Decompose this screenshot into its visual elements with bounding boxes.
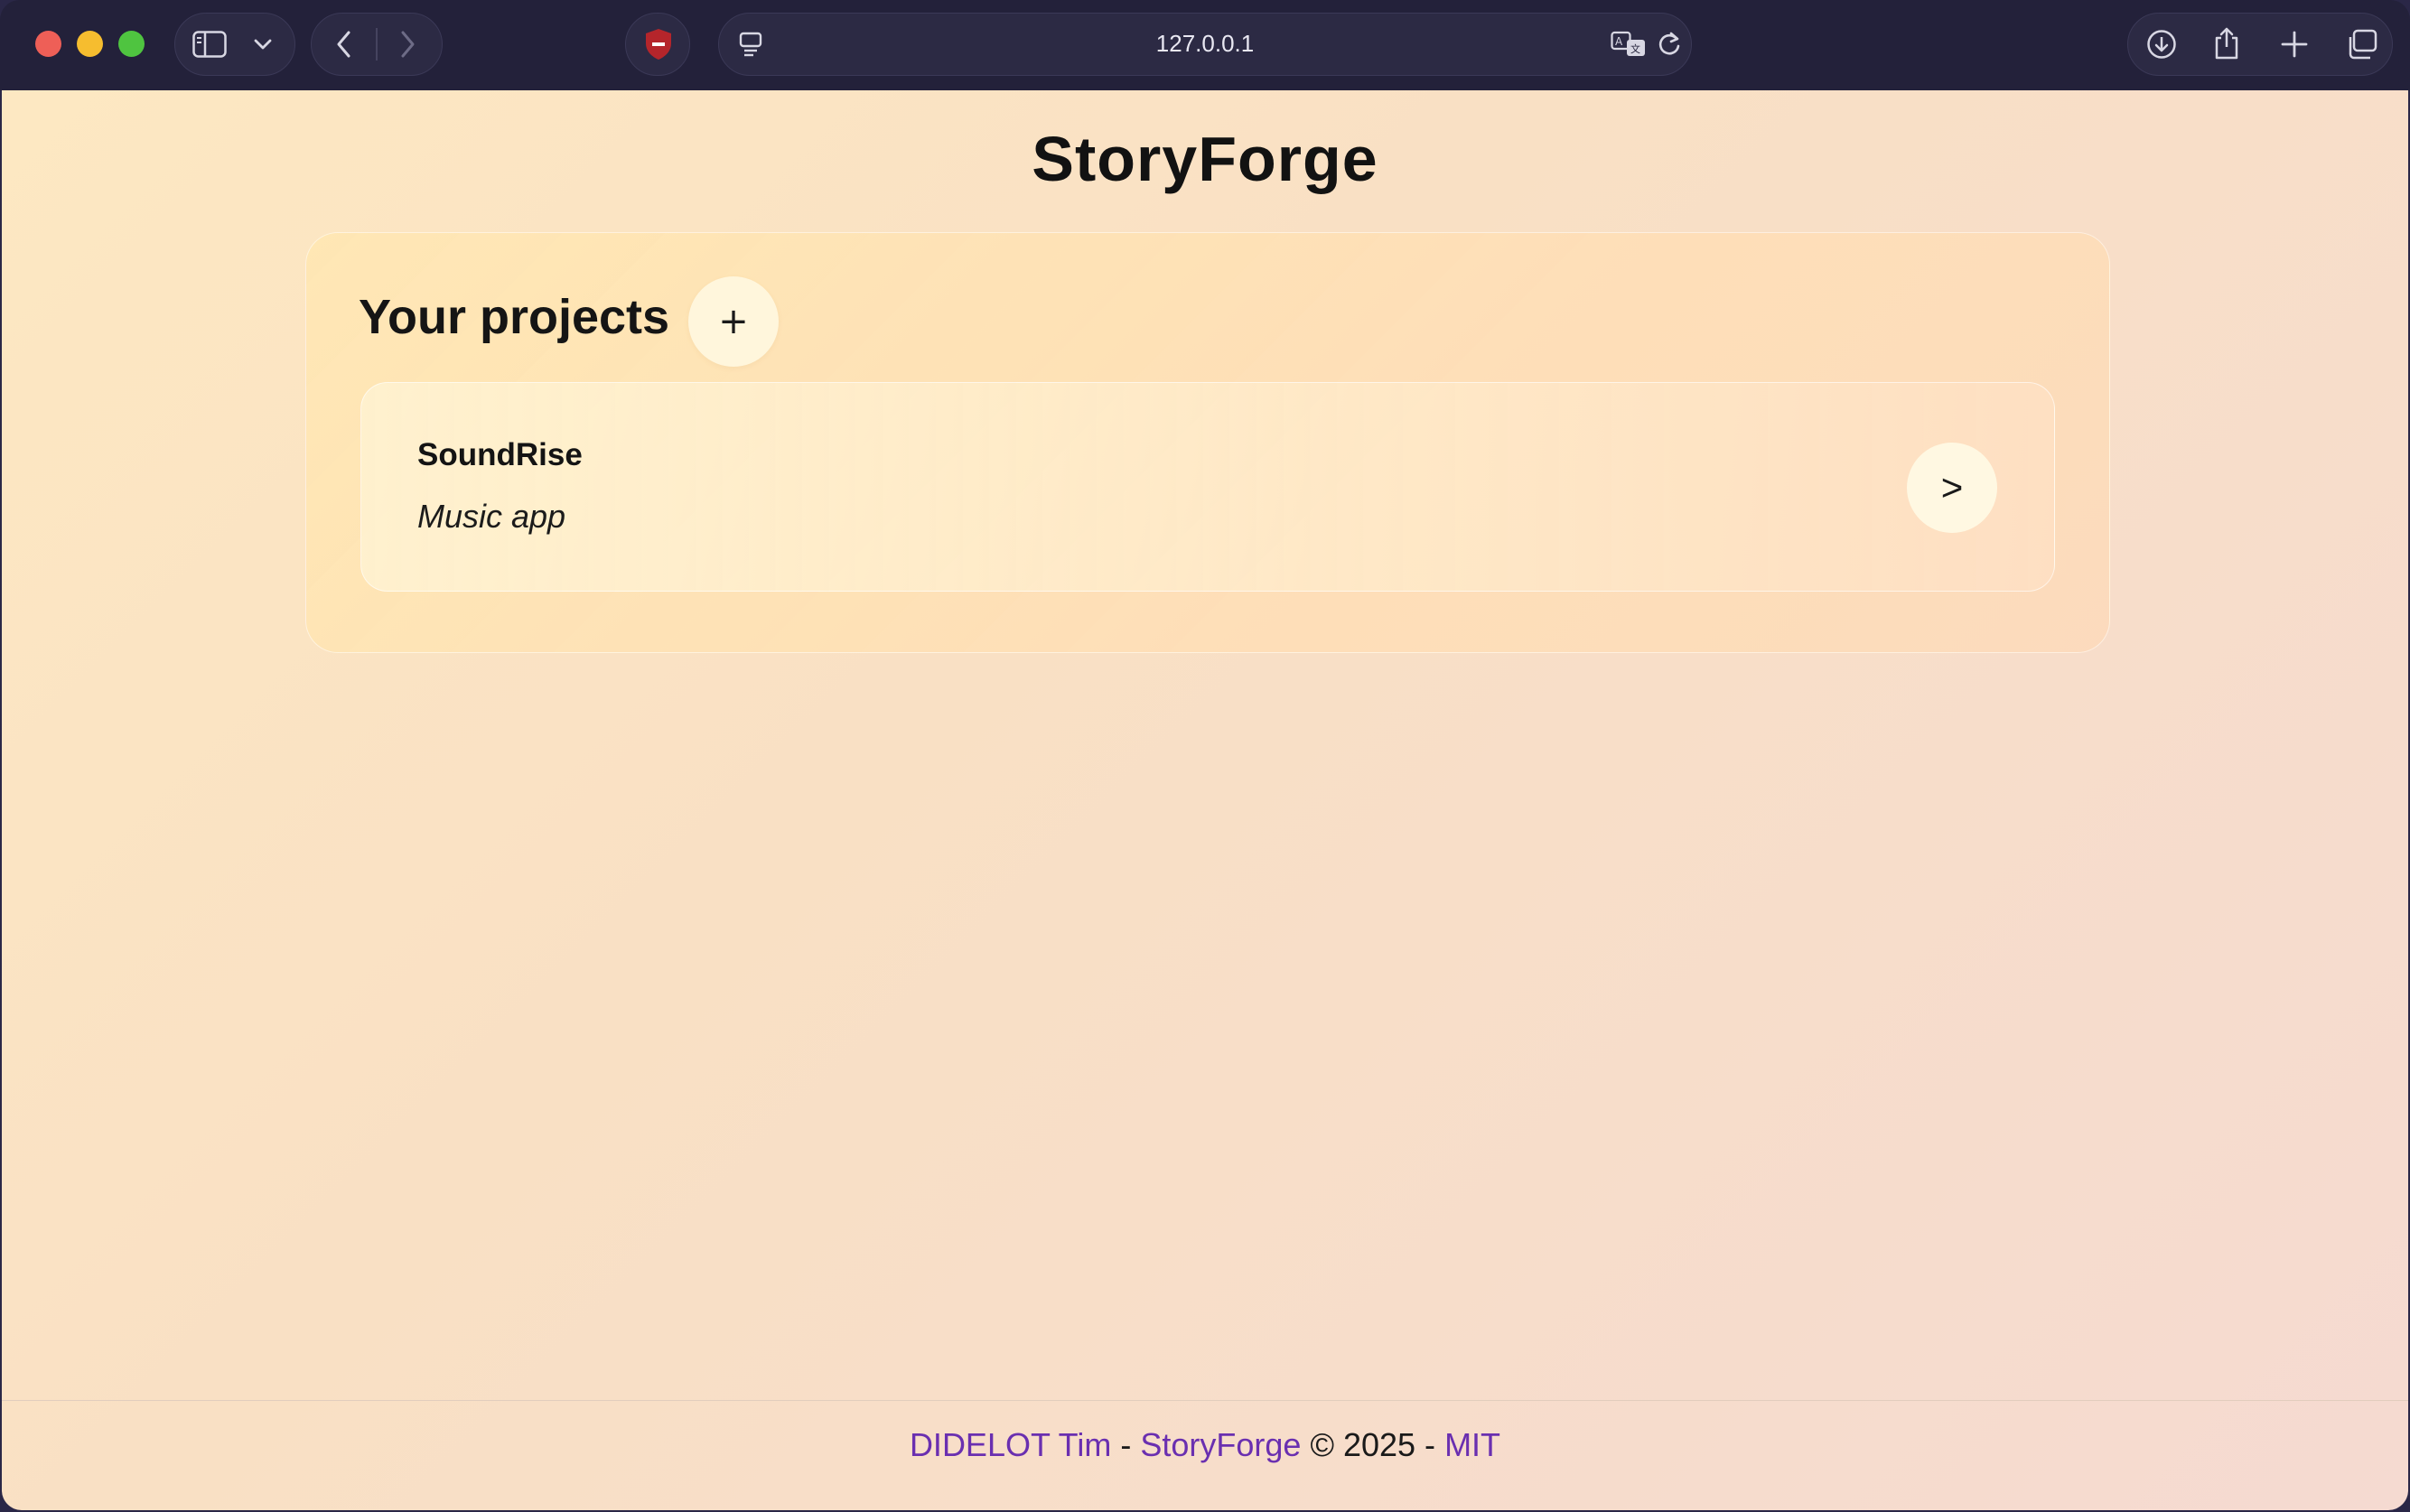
tabs-overview-icon[interactable]	[2343, 27, 2379, 61]
projects-heading: Your projects	[359, 290, 670, 344]
toolbar-actions-group	[2127, 13, 2393, 76]
copyright-text: © 2025 -	[1310, 1426, 1436, 1463]
sidebar-icon[interactable]	[191, 29, 228, 60]
project-item[interactable]: SoundRise Music app >	[360, 382, 2055, 592]
address-bar[interactable]: 127.0.0.1 A文	[718, 13, 1692, 76]
privacy-shield-button[interactable]	[625, 13, 690, 76]
author-link[interactable]: DIDELOT Tim	[910, 1426, 1111, 1463]
browser-window: 127.0.0.1 A文 StoryForge Your projects + …	[0, 0, 2410, 1512]
open-project-button[interactable]: >	[1907, 443, 1997, 533]
url-text[interactable]: 127.0.0.1	[719, 14, 1691, 74]
navigation-group	[311, 13, 443, 76]
browser-toolbar: 127.0.0.1 A文	[0, 0, 2410, 90]
sidebar-toggle-group	[174, 13, 295, 76]
svg-text:A: A	[1615, 35, 1623, 48]
forward-arrow-icon[interactable]	[391, 28, 424, 61]
minimize-window-button[interactable]	[77, 31, 103, 57]
license-link[interactable]: MIT	[1444, 1426, 1500, 1463]
projects-card: Your projects + SoundRise Music app >	[305, 232, 2110, 653]
shield-icon	[642, 26, 675, 62]
reload-icon[interactable]	[1654, 29, 1685, 60]
add-project-button[interactable]: +	[688, 276, 779, 367]
maximize-window-button[interactable]	[118, 31, 145, 57]
project-link[interactable]: StoryForge	[1140, 1426, 1301, 1463]
project-description: Music app	[417, 498, 566, 535]
footer-separator: -	[1120, 1426, 1132, 1463]
page-content: StoryForge Your projects + SoundRise Mus…	[2, 90, 2408, 1510]
project-name: SoundRise	[417, 437, 583, 472]
share-icon[interactable]	[2210, 24, 2243, 62]
chevron-down-icon[interactable]	[251, 33, 275, 55]
translate-icon[interactable]: A文	[1610, 29, 1648, 60]
download-icon[interactable]	[2144, 27, 2179, 61]
svg-text:文: 文	[1630, 42, 1640, 55]
footer-text: DIDELOT Tim - StoryForge © 2025 - MIT	[2, 1426, 2408, 1464]
site-title: StoryForge	[1032, 124, 1378, 194]
footer: DIDELOT Tim - StoryForge © 2025 - MIT	[2, 1400, 2408, 1510]
plus-icon[interactable]	[2277, 27, 2312, 61]
back-arrow-icon[interactable]	[328, 28, 360, 61]
close-window-button[interactable]	[35, 31, 61, 57]
nav-divider	[376, 28, 378, 61]
